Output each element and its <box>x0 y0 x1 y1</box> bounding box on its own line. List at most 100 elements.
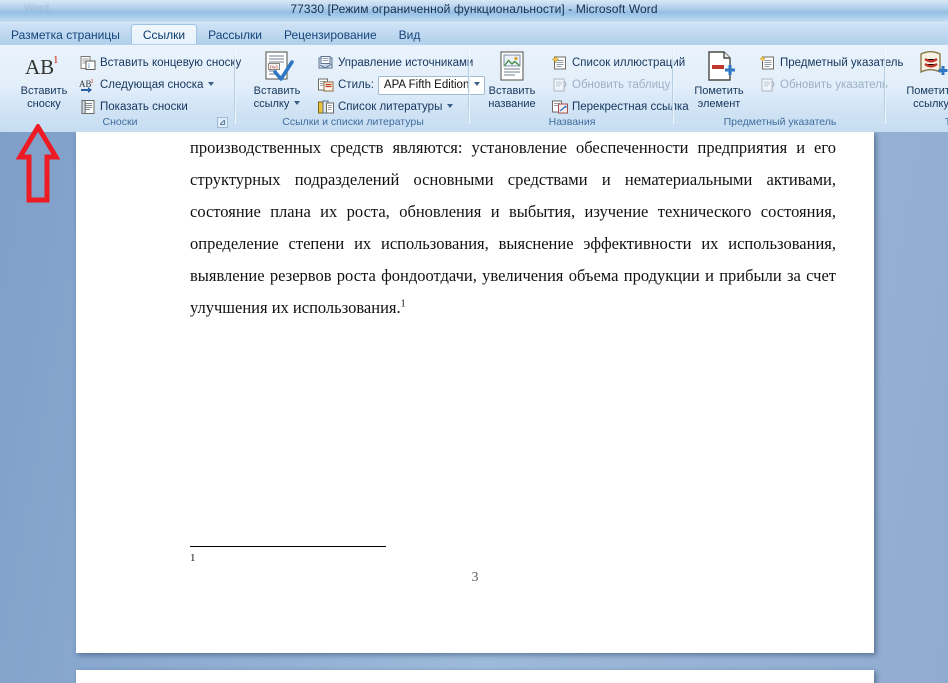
ribbon-group-citations-bibliography: (w) Вставитьссылку Управление источникам… <box>238 46 468 131</box>
chevron-down-icon[interactable] <box>447 104 453 108</box>
chevron-down-icon[interactable] <box>294 101 300 105</box>
ribbon-big-button-label-line2: элемент <box>681 98 757 111</box>
ribbon-big-button-insert-footnote[interactable]: AB 1 Вставитьсноску <box>10 48 78 112</box>
mark-entry-icon <box>697 50 741 84</box>
ribbon-big-button-label-line2: название <box>475 98 549 111</box>
ribbon-big-button-label-text: ссылку <box>254 98 290 110</box>
ribbon-big-button-label-line1: Вставить <box>475 85 549 98</box>
ribbon-command-table-of-figures[interactable]: Список иллюстраций <box>550 52 686 74</box>
ribbon-group-label-captions: Названия <box>472 115 672 130</box>
update-index-icon: ! <box>759 77 777 93</box>
insert-caption-icon <box>490 50 534 84</box>
svg-text:i: i <box>88 62 90 70</box>
ribbon-command-label: Вставить концевую сноску <box>100 56 241 70</box>
insert-footnote-icon: AB 1 <box>22 50 66 84</box>
document-page-2[interactable] <box>76 670 874 683</box>
ribbon-command-insert-endnote[interactable]: i Вставить концевую сноску <box>78 52 242 74</box>
ribbon-group-body: AB 1 Вставитьсноску i Вставить концевую … <box>6 46 234 113</box>
ribbon-big-button-insert-caption[interactable]: Вставитьназвание <box>474 48 550 112</box>
ribbon-big-button-label-line1: Вставить <box>241 85 313 98</box>
footnote-separator <box>190 546 386 547</box>
citation-style-value: APA Fifth Edition <box>384 79 469 91</box>
page-number: 3 <box>76 570 874 586</box>
document-paragraph: производственных средств являются: устан… <box>190 132 836 324</box>
footnote-entry-number[interactable]: 1 <box>190 552 196 564</box>
ribbon-group-captions: Вставитьназвание Список иллюстраций ! Об… <box>472 46 672 131</box>
ribbon-group-label-citations-bibliography: Ссылки и списки литературы <box>238 115 468 130</box>
cross-reference-icon <box>551 99 569 115</box>
ribbon-big-button-label-line1: Пометить <box>681 85 757 98</box>
ribbon-big-button-label-line2: сноску <box>11 98 77 111</box>
ribbon-command-insert-index[interactable]: Предметный указатель <box>758 52 905 74</box>
ribbon-tab-1[interactable]: Разметка страницы <box>0 25 131 45</box>
ribbon-group-label-table-of-authorities: Т <box>888 115 948 130</box>
ribbon-tab-2[interactable]: Ссылки <box>131 24 197 46</box>
ribbon-command-label: Управление источниками <box>338 56 473 70</box>
svg-text:!: ! <box>772 86 774 93</box>
svg-text:AB: AB <box>25 55 54 79</box>
ribbon-group-footnotes: AB 1 Вставитьсноску i Вставить концевую … <box>6 46 234 131</box>
svg-text:!: ! <box>564 86 566 93</box>
ribbon-command-label: Стиль: <box>338 78 374 92</box>
update-table-icon: ! <box>551 77 569 93</box>
ribbon-group-separator <box>468 50 470 124</box>
ribbon-command-label: Список иллюстраций <box>572 56 685 70</box>
word-window: Word 77330 [Режим ограниченной функциона… <box>0 0 948 683</box>
ribbon-big-button-label-line2: ссылку <box>241 98 313 111</box>
dialog-launcher-icon[interactable] <box>217 117 228 128</box>
ribbon-group-body: Пометитьссылку <box>888 46 948 113</box>
ribbon-tab-3[interactable]: Рассылки <box>197 25 273 45</box>
ribbon: AB 1 Вставитьсноску i Вставить концевую … <box>0 44 948 134</box>
ribbon-command-label: Обновить таблицу <box>572 78 670 92</box>
paragraph-text: производственных средств являются: устан… <box>190 138 836 317</box>
ribbon-group-label-footnotes: Сноски <box>6 115 234 130</box>
ribbon-group-separator <box>234 50 236 124</box>
ribbon-command-label: Список литературы <box>338 100 442 114</box>
ribbon-command-update-table: ! Обновить таблицу <box>550 74 671 96</box>
ribbon-tab-5[interactable]: Вид <box>388 25 432 45</box>
manage-sources-icon <box>317 55 335 71</box>
document-page-1[interactable]: производственных средств являются: устан… <box>76 132 874 653</box>
ribbon-big-button-label-line2: ссылку <box>893 98 948 111</box>
ribbon-tabs: Разметка страницыСсылкиРассылкиРецензиро… <box>0 23 431 45</box>
insert-citation-icon: (w) <box>255 50 299 84</box>
svg-text:1: 1 <box>53 54 59 66</box>
ribbon-big-button-insert-citation[interactable]: (w) Вставитьссылку <box>240 48 314 112</box>
insert-endnote-icon: i <box>79 55 97 71</box>
ribbon-tab-4[interactable]: Рецензирование <box>273 25 388 45</box>
svg-text:(w): (w) <box>270 64 278 71</box>
ribbon-tab-strip: Разметка страницыСсылкиРассылкиРецензиро… <box>0 22 948 45</box>
next-footnote-icon: AB 1 <box>79 77 97 93</box>
ribbon-group-body: Пометитьэлемент Предметный указатель ! О… <box>676 46 884 113</box>
ribbon-group-label-index: Предметный указатель <box>676 115 884 130</box>
mark-citation-icon <box>909 50 948 84</box>
document-canvas[interactable]: производственных средств являются: устан… <box>0 132 948 683</box>
svg-text:1: 1 <box>91 79 94 85</box>
ribbon-group-table-of-authorities: Пометитьссылку Т <box>888 46 948 131</box>
footnote-reference-mark: 1 <box>401 299 406 310</box>
title-bar: Word 77330 [Режим ограниченной функциона… <box>0 0 948 22</box>
ribbon-big-button-label-line1: Пометить <box>893 85 948 98</box>
citation-style-icon <box>317 77 335 93</box>
document-body-text[interactable]: производственных средств являются: устан… <box>190 132 836 324</box>
ribbon-command-manage-sources[interactable]: Управление источниками <box>316 52 474 74</box>
show-notes-icon <box>79 99 97 115</box>
ribbon-group-index: Пометитьэлемент Предметный указатель ! О… <box>676 46 884 131</box>
ribbon-command-label: Обновить указатель <box>780 78 888 92</box>
window-title: 77330 [Режим ограниченной функциональнос… <box>0 2 948 16</box>
chevron-down-icon[interactable] <box>208 82 214 86</box>
ribbon-big-button-mark-citation[interactable]: Пометитьссылку <box>892 48 948 112</box>
ribbon-command-label: Следующая сноска <box>100 78 203 92</box>
table-of-figures-icon <box>551 55 569 71</box>
ribbon-big-button-mark-entry[interactable]: Пометитьэлемент <box>680 48 758 112</box>
ribbon-command-next-footnote[interactable]: AB 1 Следующая сноска <box>78 74 215 96</box>
ribbon-groups: AB 1 Вставитьсноску i Вставить концевую … <box>0 45 948 133</box>
ribbon-command-citation-style[interactable]: Стиль: APA Fifth Edition <box>316 74 486 96</box>
ribbon-big-button-label-line1: Вставить <box>11 85 77 98</box>
bibliography-icon <box>317 99 335 115</box>
ribbon-group-separator <box>672 50 674 124</box>
ribbon-group-separator <box>884 50 886 124</box>
ribbon-group-body: (w) Вставитьссылку Управление источникам… <box>238 46 468 113</box>
ribbon-command-update-index: ! Обновить указатель <box>758 74 889 96</box>
ribbon-group-body: Вставитьназвание Список иллюстраций ! Об… <box>472 46 672 113</box>
